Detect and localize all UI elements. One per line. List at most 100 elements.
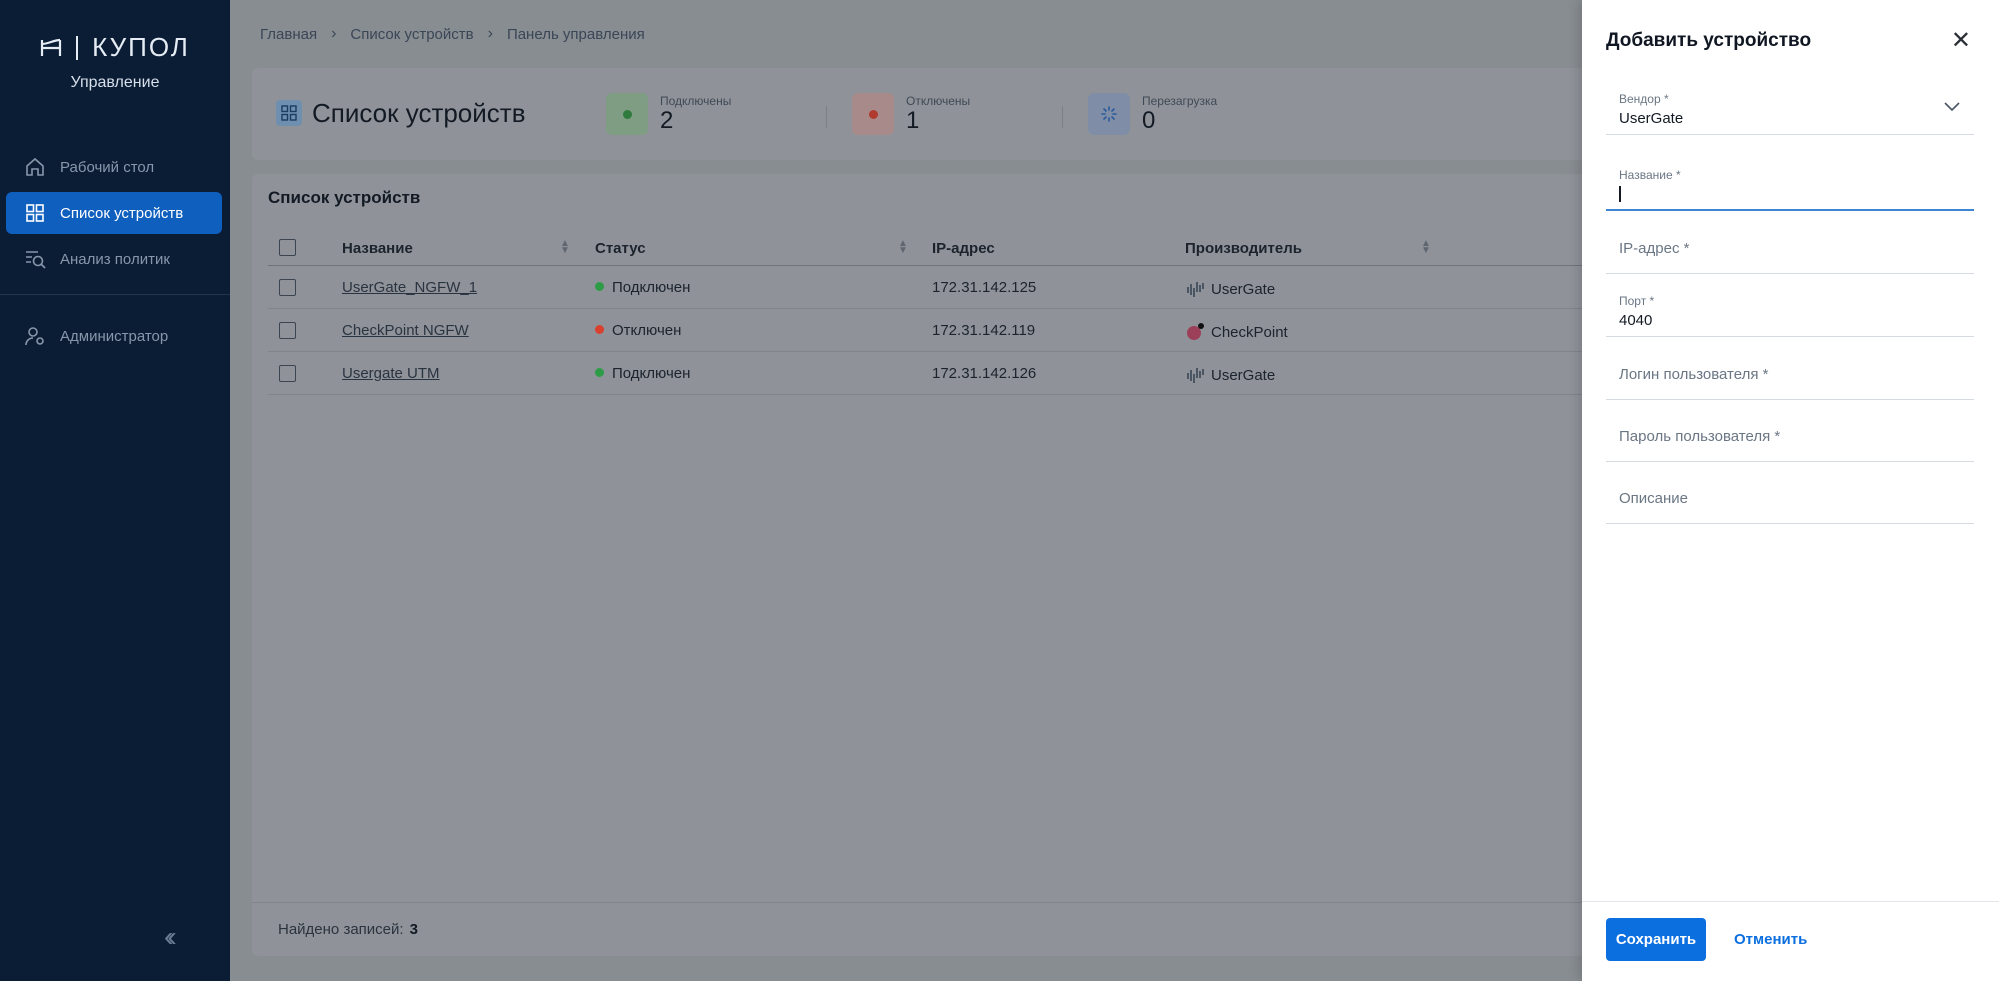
row-checkbox[interactable] — [279, 365, 296, 382]
sidebar: КУПОЛ Управление Рабочий стол Список уст… — [0, 0, 230, 981]
description-placeholder: Описание — [1619, 490, 1689, 507]
status-text: Подключен — [612, 279, 691, 296]
vendor-text: CheckPoint — [1211, 324, 1288, 341]
grid-icon — [26, 204, 44, 222]
search-list-icon — [26, 251, 46, 269]
vendor-value: UserGate — [1619, 110, 1684, 127]
close-icon[interactable]: ✕ — [1951, 26, 1971, 55]
add-device-drawer: Добавить устройство ✕ Вендор * UserGate … — [1582, 0, 1999, 981]
status-text: Подключен — [612, 365, 691, 382]
password-field[interactable]: Пароль пользователя * — [1606, 406, 1974, 462]
stat-label: Подключены — [660, 94, 732, 108]
sidebar-item-devices[interactable]: Список устройств — [6, 192, 222, 234]
table-title: Список устройств — [268, 188, 421, 207]
device-vendor: UserGate — [1185, 365, 1275, 385]
vendor-text: UserGate — [1211, 281, 1276, 298]
stat-value: 2 — [660, 107, 674, 134]
usergate-logo-icon — [1187, 368, 1204, 383]
home-icon — [26, 157, 44, 176]
row-checkbox[interactable] — [279, 279, 296, 296]
checkpoint-logo-icon — [1187, 323, 1204, 340]
device-name-link[interactable]: UserGate_NGFW_1 — [342, 279, 477, 296]
breadcrumb-devices[interactable]: Список устройств — [350, 26, 473, 43]
login-field[interactable]: Логин пользователя * — [1606, 344, 1974, 400]
table-row[interactable]: Usergate UTM Подключен 172.31.142.126 Us… — [268, 352, 1652, 395]
name-label: Название * — [1619, 168, 1681, 182]
device-name-link[interactable]: Usergate UTM — [342, 365, 440, 382]
disconnected-status-icon — [852, 93, 894, 135]
drawer-footer: Сохранить Отменить — [1582, 901, 1999, 981]
sidebar-item-admin[interactable]: Администратор — [6, 315, 222, 357]
device-status: Подключен — [595, 279, 690, 296]
status-text: Отключен — [612, 322, 682, 339]
name-field[interactable]: Название * — [1606, 156, 1974, 211]
device-name-link[interactable]: CheckPoint NGFW — [342, 322, 469, 339]
usergate-logo-icon — [1187, 282, 1204, 297]
sidebar-item-label: Список устройств — [60, 204, 184, 222]
records-found: Найдено записей: 3 — [278, 921, 418, 938]
port-label: Порт * — [1619, 294, 1655, 308]
device-status: Подключен — [595, 365, 690, 382]
text-cursor — [1619, 186, 1621, 202]
logo-mark-icon — [41, 38, 62, 56]
device-ip: 172.31.142.125 — [932, 279, 1037, 296]
table-row[interactable]: UserGate_NGFW_1 Подключен 172.31.142.125… — [268, 266, 1652, 309]
stats-card: Список устройств Подключены 2 Отключены … — [252, 68, 1652, 160]
stat-divider — [1062, 106, 1063, 128]
grid-icon — [276, 100, 302, 126]
ip-placeholder: IP-адрес * — [1619, 240, 1690, 257]
logo-text: КУПОЛ — [92, 32, 190, 62]
status-dot-icon — [595, 368, 604, 377]
breadcrumb-dashboard: Панель управления — [506, 25, 645, 43]
sort-icon[interactable]: ▲ ▼ — [1421, 239, 1431, 256]
sidebar-item-label: Анализ политик — [60, 250, 170, 268]
connected-status-icon — [606, 93, 648, 135]
sidebar-item-dashboard[interactable]: Рабочий стол — [6, 146, 222, 188]
device-vendor: UserGate — [1185, 279, 1275, 299]
column-header-name[interactable]: Название — [342, 240, 413, 257]
sidebar-item-label: Рабочий стол — [60, 158, 155, 176]
device-ip: 172.31.142.119 — [932, 322, 1036, 339]
double-chevron-left-icon[interactable]: ‹‹ — [164, 921, 176, 953]
device-ip: 172.31.142.126 — [932, 365, 1037, 382]
description-field[interactable]: Описание — [1606, 468, 1974, 524]
port-field[interactable]: Порт * 4040 — [1606, 282, 1974, 337]
table-row[interactable]: CheckPoint NGFW Отключен 172.31.142.119 … — [268, 309, 1652, 352]
vendor-label: Вендор * — [1619, 92, 1669, 106]
records-found-label: Найдено записей: — [278, 921, 404, 938]
cancel-button[interactable]: Отменить — [1724, 918, 1817, 961]
sort-icon[interactable]: ▲ ▼ — [898, 239, 908, 256]
sidebar-nav: Рабочий стол Список устройств Анализ пол… — [0, 146, 230, 361]
drawer-title: Добавить устройство — [1606, 30, 1812, 51]
vendor-select[interactable]: Вендор * UserGate — [1606, 80, 1974, 135]
vendor-text: UserGate — [1211, 367, 1276, 384]
table-header: Название ▲ ▼ Статус ▲ ▼ IP-адрес Производи… — [268, 230, 1652, 266]
status-dot-icon — [595, 325, 604, 334]
column-header-vendor[interactable]: Производитель — [1185, 240, 1302, 257]
sidebar-item-label: Администратор — [60, 327, 169, 345]
row-checkbox[interactable] — [279, 322, 296, 339]
column-header-ip[interactable]: IP-адрес — [932, 240, 995, 257]
sort-icon[interactable]: ▲ ▼ — [560, 239, 570, 256]
sidebar-divider — [0, 294, 230, 295]
device-vendor: CheckPoint — [1185, 322, 1288, 342]
select-all-checkbox[interactable] — [279, 239, 296, 256]
stat-disconnected: Отключены 1 — [852, 92, 970, 136]
app-logo[interactable]: КУПОЛ — [0, 32, 230, 63]
chevron-down-icon — [1944, 102, 1960, 112]
password-placeholder: Пароль пользователя * — [1619, 428, 1781, 445]
stat-rebooting: Перезагрузка 0 — [1088, 92, 1217, 136]
app-subtitle: Управление — [70, 74, 160, 91]
ip-field[interactable]: IP-адрес * — [1606, 218, 1974, 274]
chevron-right-icon: › — [331, 25, 337, 42]
stat-value: 1 — [906, 107, 920, 134]
table-footer: Найдено записей: 3 — [252, 902, 1652, 956]
device-status: Отключен — [595, 322, 681, 339]
save-button[interactable]: Сохранить — [1606, 918, 1706, 961]
page-title: Список устройств — [312, 98, 526, 128]
port-value: 4040 — [1619, 312, 1653, 329]
breadcrumb-home[interactable]: Главная — [260, 26, 317, 43]
column-header-status[interactable]: Статус — [595, 240, 646, 257]
stat-connected: Подключены 2 — [606, 92, 731, 136]
sidebar-item-policy-analysis[interactable]: Анализ политик — [6, 238, 222, 280]
